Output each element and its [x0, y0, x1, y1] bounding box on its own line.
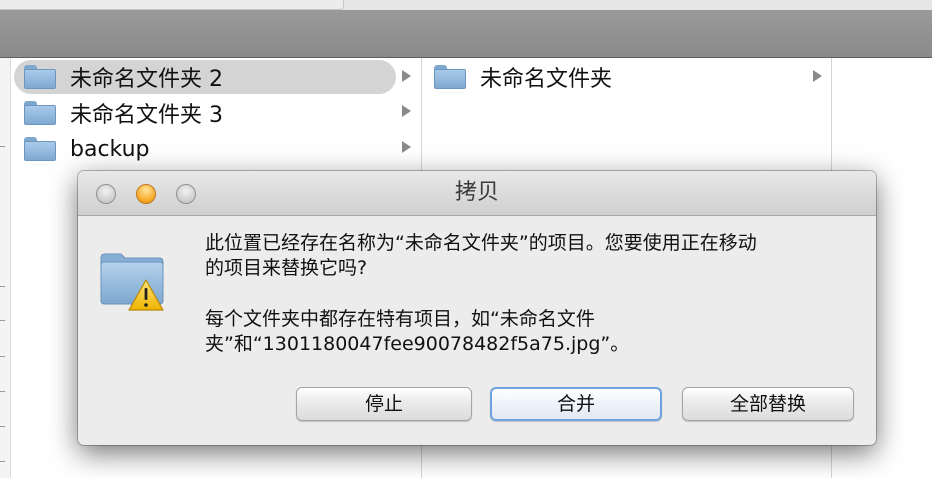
edge-tick [0, 286, 5, 287]
merge-button[interactable]: 合并 [490, 387, 662, 421]
finder-toolbar [0, 10, 932, 58]
folder-icon [24, 101, 56, 125]
folder-name: 未命名文件夹 3 [70, 103, 223, 128]
edge-tick [0, 356, 5, 357]
tab-edge [0, 0, 344, 10]
disclosure-arrow-icon[interactable] [813, 70, 822, 82]
stop-button[interactable]: 停止 [296, 387, 472, 421]
folder-name: 未命名文件夹 [480, 67, 613, 92]
list-item-folder[interactable]: 未命名文件夹 [424, 60, 814, 94]
column-left-edge [0, 58, 11, 478]
copy-dialog: 拷贝 此位置已经存在名称为“未命名文件夹”的项目。您要使用正在移动 的项目来替换… [78, 171, 876, 445]
list-item-backup[interactable]: backup [14, 132, 396, 166]
folder-icon [24, 65, 56, 89]
edge-tick [0, 146, 5, 147]
folder-warning-icon [100, 253, 164, 311]
message-line-2: 的项目来替换它吗? [205, 257, 368, 279]
folder-icon [24, 137, 56, 161]
list-item-folder-3[interactable]: 未命名文件夹 3 [14, 96, 396, 130]
dialog-title: 拷贝 [454, 180, 499, 205]
edge-tick [0, 426, 5, 427]
disclosure-arrow-icon[interactable] [402, 70, 411, 82]
disclosure-arrow-icon[interactable] [402, 105, 411, 117]
dialog-titlebar: 拷贝 [78, 171, 876, 216]
info-line-2: 夹”和“1301180047fee90078482f5a75.jpg”。 [205, 333, 630, 355]
edge-tick [0, 461, 5, 462]
message-line-1: 此位置已经存在名称为“未命名文件夹”的项目。您要使用正在移动 [205, 232, 757, 254]
info-line-1: 每个文件夹中都存在特有项目，如“未命名文件 [205, 308, 595, 330]
replace-all-button[interactable]: 全部替换 [682, 387, 854, 421]
edge-tick [0, 391, 5, 392]
folder-icon [434, 65, 466, 89]
folder-name: backup [70, 136, 150, 162]
list-item-folder-2[interactable]: 未命名文件夹 2 [14, 60, 396, 94]
disclosure-arrow-icon[interactable] [402, 141, 411, 153]
folder-name: 未命名文件夹 2 [70, 67, 223, 92]
edge-tick [0, 320, 5, 321]
